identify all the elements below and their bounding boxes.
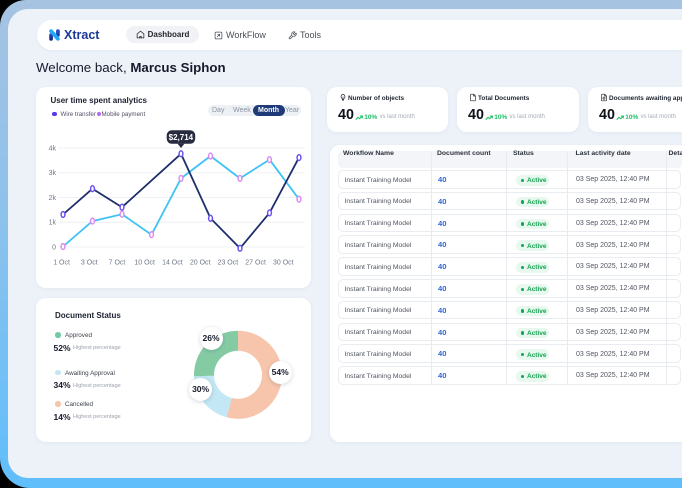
svg-text:3 Oct: 3 Oct (81, 260, 98, 267)
svg-text:27 Oct: 27 Oct (245, 260, 266, 267)
svg-text:3k: 3k (49, 170, 57, 177)
svg-text:30 Oct: 30 Oct (273, 260, 294, 267)
svg-text:4k: 4k (49, 146, 57, 153)
svg-text:20 Oct: 20 Oct (190, 260, 211, 267)
svg-text:1k: 1k (49, 220, 57, 227)
svg-text:7 Oct: 7 Oct (109, 260, 126, 267)
svg-text:2k: 2k (49, 195, 57, 202)
svg-text:0: 0 (52, 245, 56, 252)
svg-text:23 Oct: 23 Oct (218, 260, 239, 267)
svg-text:10 Oct: 10 Oct (134, 260, 155, 267)
svg-text:1 Oct: 1 Oct (53, 260, 70, 267)
svg-text:14 Oct: 14 Oct (162, 260, 183, 267)
svg-text:$2,714: $2,714 (169, 133, 194, 142)
